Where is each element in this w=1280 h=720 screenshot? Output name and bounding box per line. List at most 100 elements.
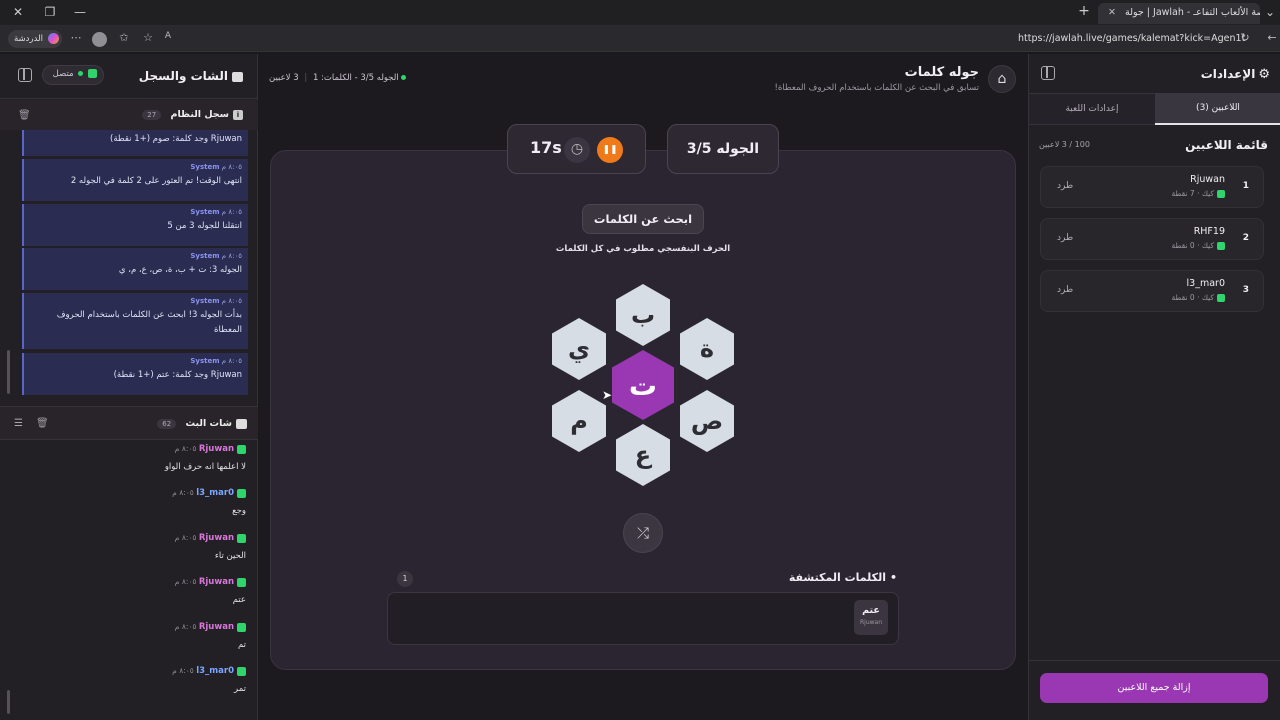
round-box: الجوله 3/5 <box>667 124 779 174</box>
back-arrow-icon[interactable]: ← <box>1264 31 1280 44</box>
chat-scrollbar[interactable] <box>7 690 10 714</box>
tab-list-chevron-icon[interactable]: ⌄ <box>1262 5 1278 19</box>
log-entry: ٨:٠٥ م System بدأت الجوله 3! ابحث عن الك… <box>22 293 248 349</box>
game-status: الجوله 3/5 - الكلمات: 1 | 3 لاعبين <box>269 73 409 83</box>
info-icon: i <box>233 109 243 120</box>
chat-message: Rjuwan ٨:٠٥ م لا اعلمها انه حرف الواو <box>10 444 246 472</box>
collapse-panel-icon[interactable] <box>18 68 32 82</box>
chat-text: وجع <box>232 506 246 516</box>
home-icon[interactable]: ⌂ <box>988 65 1016 93</box>
found-word-author: Rjuwan <box>859 619 883 626</box>
log-entry-text: Rjuwan وجد كلمة: صوم (+1 نقطة) <box>110 134 242 144</box>
chat-time: ٨:٠٥ م <box>174 622 197 631</box>
collapse-settings-icon[interactable] <box>1041 66 1055 80</box>
url-text[interactable]: https://jawlah.live/games/kalemat?kick=A… <box>1018 33 1245 44</box>
clock-icon: ◷ <box>564 137 590 163</box>
connection-status: متصل <box>42 65 104 85</box>
chat-message: l3_mar0 ٨:٠٥ م وجع <box>10 488 246 516</box>
player-platform: كيك <box>1201 241 1214 250</box>
chat-text: عتم <box>232 595 246 605</box>
log-author: System <box>190 208 220 216</box>
pause-button[interactable]: ❚❚ <box>597 137 623 163</box>
shuffle-button[interactable]: ⤮ <box>623 513 663 553</box>
browser-tab[interactable]: ✕ جولة | Jawlah - منصة الألعاب التفاعـ <box>1098 3 1260 24</box>
chat-time: ٨:٠٥ م <box>172 488 194 497</box>
log-entry: Rjuwan وجد كلمة: صوم (+1 نقطة) <box>22 130 248 156</box>
stream-chat-title-text: شات البث <box>185 418 232 429</box>
chat-message: Rjuwan ٨:٠٥ م عتم <box>10 577 246 605</box>
player-row: 3 l3_mar0 كيك · 0 نقطة طرد <box>1040 270 1264 312</box>
log-entry-text: انتقلنا للجوله 3 من 5 <box>167 221 242 231</box>
log-entry-text: الجوله 3: ت + ب، ة، ص، ع، م، ي <box>118 265 242 275</box>
new-tab-icon[interactable]: + <box>1076 3 1092 19</box>
kick-icon <box>237 488 246 498</box>
log-entry-text: بدأت الجوله 3! ابحث عن الكلمات باستخدام … <box>56 310 242 335</box>
minimize-window-icon[interactable]: — <box>72 5 88 19</box>
timer-value: 17s <box>530 138 562 157</box>
restore-window-icon[interactable]: ❐ <box>42 5 58 19</box>
player-row: 1 Rjuwan كيك · 7 نقطة طرد <box>1040 166 1264 208</box>
tab-game-settings[interactable]: إعدادات اللعبة <box>1029 93 1155 125</box>
chat-panel: متصل الشات والسجل 🗑 i سجل النظام 27 Rjuwa… <box>0 54 258 720</box>
chat-text: تم <box>237 640 246 650</box>
log-author: System <box>190 252 220 260</box>
log-entry: ٨:٠٥ م System انتهى الوقت! تم العثور على… <box>22 159 248 201</box>
browser-tab-strip: ✕ ❐ — + ✕ جولة | Jawlah - منصة الألعاب ا… <box>0 0 1280 26</box>
kick-icon <box>1217 190 1225 198</box>
kick-icon <box>88 69 97 78</box>
mouse-cursor-icon: ➤ <box>602 388 613 402</box>
tab-title: جولة | Jawlah - منصة الألعاب التفاعـ <box>1125 7 1260 18</box>
online-dot <box>78 71 84 76</box>
hint-text: الحرف البنفسجي مطلوب في كل الكلمات <box>555 244 731 254</box>
system-log-title: i سجل النظام 27 <box>103 109 243 120</box>
game-area: ⌂ جوله كلمات تسابق في البحث عن الكلمات ب… <box>259 54 1027 720</box>
log-entry: ٨:٠٥ م System Rjuwan وجد كلمة: عتم (+1 ن… <box>22 353 248 395</box>
log-time: ٨:٠٥ م <box>221 208 242 216</box>
chat-time: ٨:٠٥ م <box>174 577 197 586</box>
log-entry: ٨:٠٥ م System انتقلنا للجوله 3 من 5 <box>22 204 248 246</box>
close-tab-icon[interactable]: ✕ <box>1108 7 1116 18</box>
kick-player-button[interactable]: طرد <box>1057 285 1073 295</box>
chat-author: Rjuwan <box>198 444 234 454</box>
log-scrollbar[interactable] <box>7 350 10 394</box>
more-icon[interactable]: ⋯ <box>68 31 84 44</box>
kick-player-button[interactable]: طرد <box>1057 233 1073 243</box>
find-words-label: ابحث عن الكلمات <box>582 204 704 234</box>
remove-all-players-button[interactable]: إزالة جميع اللاعبين <box>1040 673 1268 703</box>
kick-player-button[interactable]: طرد <box>1057 181 1073 191</box>
game-subtitle: تسابق في البحث عن الكلمات باستخدام الحرو… <box>774 83 979 93</box>
chat-title-text: الشات والسجل <box>138 69 228 83</box>
player-name: Rjuwan <box>1190 174 1225 185</box>
player-rank: 3 <box>1242 285 1249 295</box>
collections-icon[interactable]: ✩ <box>116 31 132 44</box>
chat-author: l3_mar0 <box>196 488 234 498</box>
clear-log-trash-icon[interactable]: 🗑 <box>18 110 31 121</box>
kick-icon <box>1217 294 1225 302</box>
status-players: 3 لاعبين <box>269 73 299 83</box>
stream-chat-count: 62 <box>157 419 177 429</box>
chat-author: l3_mar0 <box>196 666 234 676</box>
reload-icon[interactable]: ↻ <box>1237 31 1253 44</box>
tab-players[interactable]: اللاعبين (3) <box>1155 93 1280 125</box>
chat-text: لا اعلمها انه حرف الواو <box>164 462 246 472</box>
favorite-star-icon[interactable]: ☆ <box>140 31 156 44</box>
copilot-label: الدردشة <box>14 34 43 44</box>
log-time: ٨:٠٥ م <box>221 297 242 305</box>
profile-avatar[interactable] <box>92 32 107 47</box>
clear-chat-trash-icon[interactable]: 🗑 <box>36 418 49 429</box>
filter-icon[interactable]: ☰ <box>14 418 23 429</box>
kick-icon <box>237 577 246 587</box>
read-aloud-icon[interactable]: A <box>160 31 176 41</box>
system-log-count: 27 <box>142 110 162 120</box>
copilot-icon <box>47 33 59 44</box>
log-time: ٨:٠٥ م <box>221 252 242 260</box>
chat-message: Rjuwan ٨:٠٥ م تم <box>10 622 246 650</box>
status-round: الجوله 3/5 - الكلمات: 1 <box>312 73 399 83</box>
log-author: System <box>190 357 220 365</box>
chat-text: الحين تاء <box>214 551 246 561</box>
player-platform: كيك <box>1201 293 1214 302</box>
player-points: 0 نقطة <box>1171 293 1195 302</box>
close-window-icon[interactable]: ✕ <box>10 5 26 19</box>
chat-time: ٨:٠٥ م <box>172 666 194 675</box>
copilot-button[interactable]: الدردشة <box>8 30 62 48</box>
